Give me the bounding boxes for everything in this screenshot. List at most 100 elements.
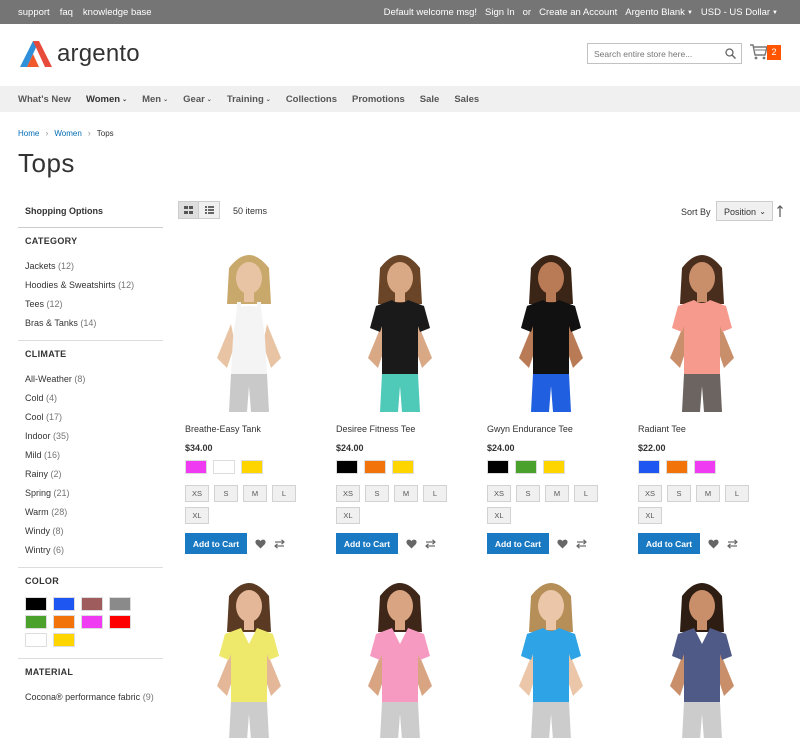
nav-item-promotions[interactable]: Promotions xyxy=(352,94,405,105)
color-swatch[interactable] xyxy=(213,460,235,474)
size-option[interactable]: S xyxy=(516,485,540,502)
size-option[interactable]: M xyxy=(394,485,418,502)
color-swatch[interactable] xyxy=(81,615,103,629)
size-option[interactable]: S xyxy=(667,485,691,502)
nav-item-collections[interactable]: Collections xyxy=(286,94,337,105)
color-swatch[interactable] xyxy=(336,460,358,474)
sort-direction-icon[interactable] xyxy=(777,205,783,217)
filter-option[interactable]: Tees (12) xyxy=(25,295,134,314)
add-to-cart-button[interactable]: Add to Cart xyxy=(336,533,398,554)
filter-option[interactable]: Cold (4) xyxy=(25,389,85,408)
grid-view-button[interactable] xyxy=(178,201,199,219)
sort-select[interactable]: Position ⌄ xyxy=(716,201,773,221)
wishlist-heart-icon[interactable] xyxy=(557,539,568,549)
compare-icon[interactable] xyxy=(274,538,285,549)
color-swatch[interactable] xyxy=(694,460,716,474)
compare-icon[interactable] xyxy=(727,538,738,549)
cart-icon[interactable] xyxy=(750,44,768,60)
product-image[interactable] xyxy=(330,574,470,738)
size-option[interactable]: XL xyxy=(638,507,662,524)
size-option[interactable]: M xyxy=(696,485,720,502)
filter-option[interactable]: Cocona® performance fabric (9) xyxy=(25,691,160,703)
size-option[interactable]: L xyxy=(272,485,296,502)
color-swatch[interactable] xyxy=(241,460,263,474)
filter-option[interactable]: Mild (16) xyxy=(25,446,85,465)
nav-item-gear[interactable]: Gear ⌄ xyxy=(183,94,212,105)
compare-icon[interactable] xyxy=(576,538,587,549)
size-option[interactable]: S xyxy=(214,485,238,502)
add-to-cart-button[interactable]: Add to Cart xyxy=(185,533,247,554)
faq-link[interactable]: faq xyxy=(60,7,73,18)
color-swatch[interactable] xyxy=(392,460,414,474)
breadcrumb-home[interactable]: Home xyxy=(18,129,39,138)
nav-item-men[interactable]: Men ⌄ xyxy=(142,94,168,105)
filter-option[interactable]: Wintry (6) xyxy=(25,541,85,560)
size-option[interactable]: L xyxy=(423,485,447,502)
support-link[interactable]: support xyxy=(18,7,50,18)
color-swatch[interactable] xyxy=(53,597,75,611)
filter-option[interactable]: Windy (8) xyxy=(25,522,85,541)
filter-option[interactable]: Hoodies & Sweatshirts (12) xyxy=(25,276,134,295)
nav-item-sale[interactable]: Sale xyxy=(420,94,440,105)
filter-option[interactable]: Jackets (12) xyxy=(25,257,134,276)
search-icon[interactable] xyxy=(725,48,736,59)
color-swatch[interactable] xyxy=(53,615,75,629)
create-account-link[interactable]: Create an Account xyxy=(539,7,617,18)
wishlist-heart-icon[interactable] xyxy=(406,539,417,549)
add-to-cart-button[interactable]: Add to Cart xyxy=(487,533,549,554)
color-swatch[interactable] xyxy=(515,460,537,474)
product-image[interactable] xyxy=(632,246,772,416)
filter-option[interactable]: Indoor (35) xyxy=(25,427,85,446)
color-swatch[interactable] xyxy=(25,633,47,647)
color-swatch[interactable] xyxy=(109,615,131,629)
size-option[interactable]: M xyxy=(243,485,267,502)
color-swatch[interactable] xyxy=(25,615,47,629)
nav-item-women[interactable]: Women ⌄ xyxy=(86,94,127,105)
wishlist-heart-icon[interactable] xyxy=(255,539,266,549)
color-swatch[interactable] xyxy=(364,460,386,474)
filter-option[interactable]: Bras & Tanks (14) xyxy=(25,314,134,333)
product-image[interactable] xyxy=(481,574,621,738)
size-option[interactable]: XS xyxy=(638,485,662,502)
product-name[interactable]: Gwyn Endurance Tee xyxy=(487,424,573,434)
product-image[interactable] xyxy=(179,574,319,738)
color-swatch[interactable] xyxy=(666,460,688,474)
color-swatch[interactable] xyxy=(53,633,75,647)
nav-item-whats-new[interactable]: What's New xyxy=(18,94,71,105)
nav-item-training[interactable]: Training ⌄ xyxy=(227,94,271,105)
color-swatch[interactable] xyxy=(81,597,103,611)
size-option[interactable]: L xyxy=(725,485,749,502)
compare-icon[interactable] xyxy=(425,538,436,549)
product-name[interactable]: Breathe-Easy Tank xyxy=(185,424,261,434)
color-swatch[interactable] xyxy=(487,460,509,474)
color-swatch[interactable] xyxy=(638,460,660,474)
size-option[interactable]: L xyxy=(574,485,598,502)
size-option[interactable]: S xyxy=(365,485,389,502)
size-option[interactable]: XS xyxy=(487,485,511,502)
size-option[interactable]: XL xyxy=(336,507,360,524)
product-name[interactable]: Desiree Fitness Tee xyxy=(336,424,415,434)
filter-option[interactable]: All-Weather (8) xyxy=(25,370,85,389)
knowledge-base-link[interactable]: knowledge base xyxy=(83,7,152,18)
filter-title[interactable]: CLIMATE xyxy=(25,349,85,359)
currency-switcher[interactable]: USD - US Dollar ▼ xyxy=(701,7,778,18)
filter-option[interactable]: Cool (17) xyxy=(25,408,85,427)
cart-count-badge[interactable]: 2 xyxy=(767,45,781,60)
product-image[interactable] xyxy=(632,574,772,738)
filter-title[interactable]: MATERIAL xyxy=(25,667,160,677)
size-option[interactable]: XS xyxy=(336,485,360,502)
filter-title[interactable]: CATEGORY xyxy=(25,236,134,246)
size-option[interactable]: XS xyxy=(185,485,209,502)
filter-title[interactable]: COLOR xyxy=(25,576,131,586)
product-image[interactable] xyxy=(330,246,470,416)
filter-option[interactable]: Spring (21) xyxy=(25,484,85,503)
filter-option[interactable]: Warm (28) xyxy=(25,503,85,522)
size-option[interactable]: XL xyxy=(487,507,511,524)
store-switcher[interactable]: Argento Blank ▼ xyxy=(625,7,693,18)
product-image[interactable] xyxy=(481,246,621,416)
filter-option[interactable]: Rainy (2) xyxy=(25,465,85,484)
list-view-button[interactable] xyxy=(199,201,220,219)
color-swatch[interactable] xyxy=(185,460,207,474)
size-option[interactable]: M xyxy=(545,485,569,502)
color-swatch[interactable] xyxy=(109,597,131,611)
